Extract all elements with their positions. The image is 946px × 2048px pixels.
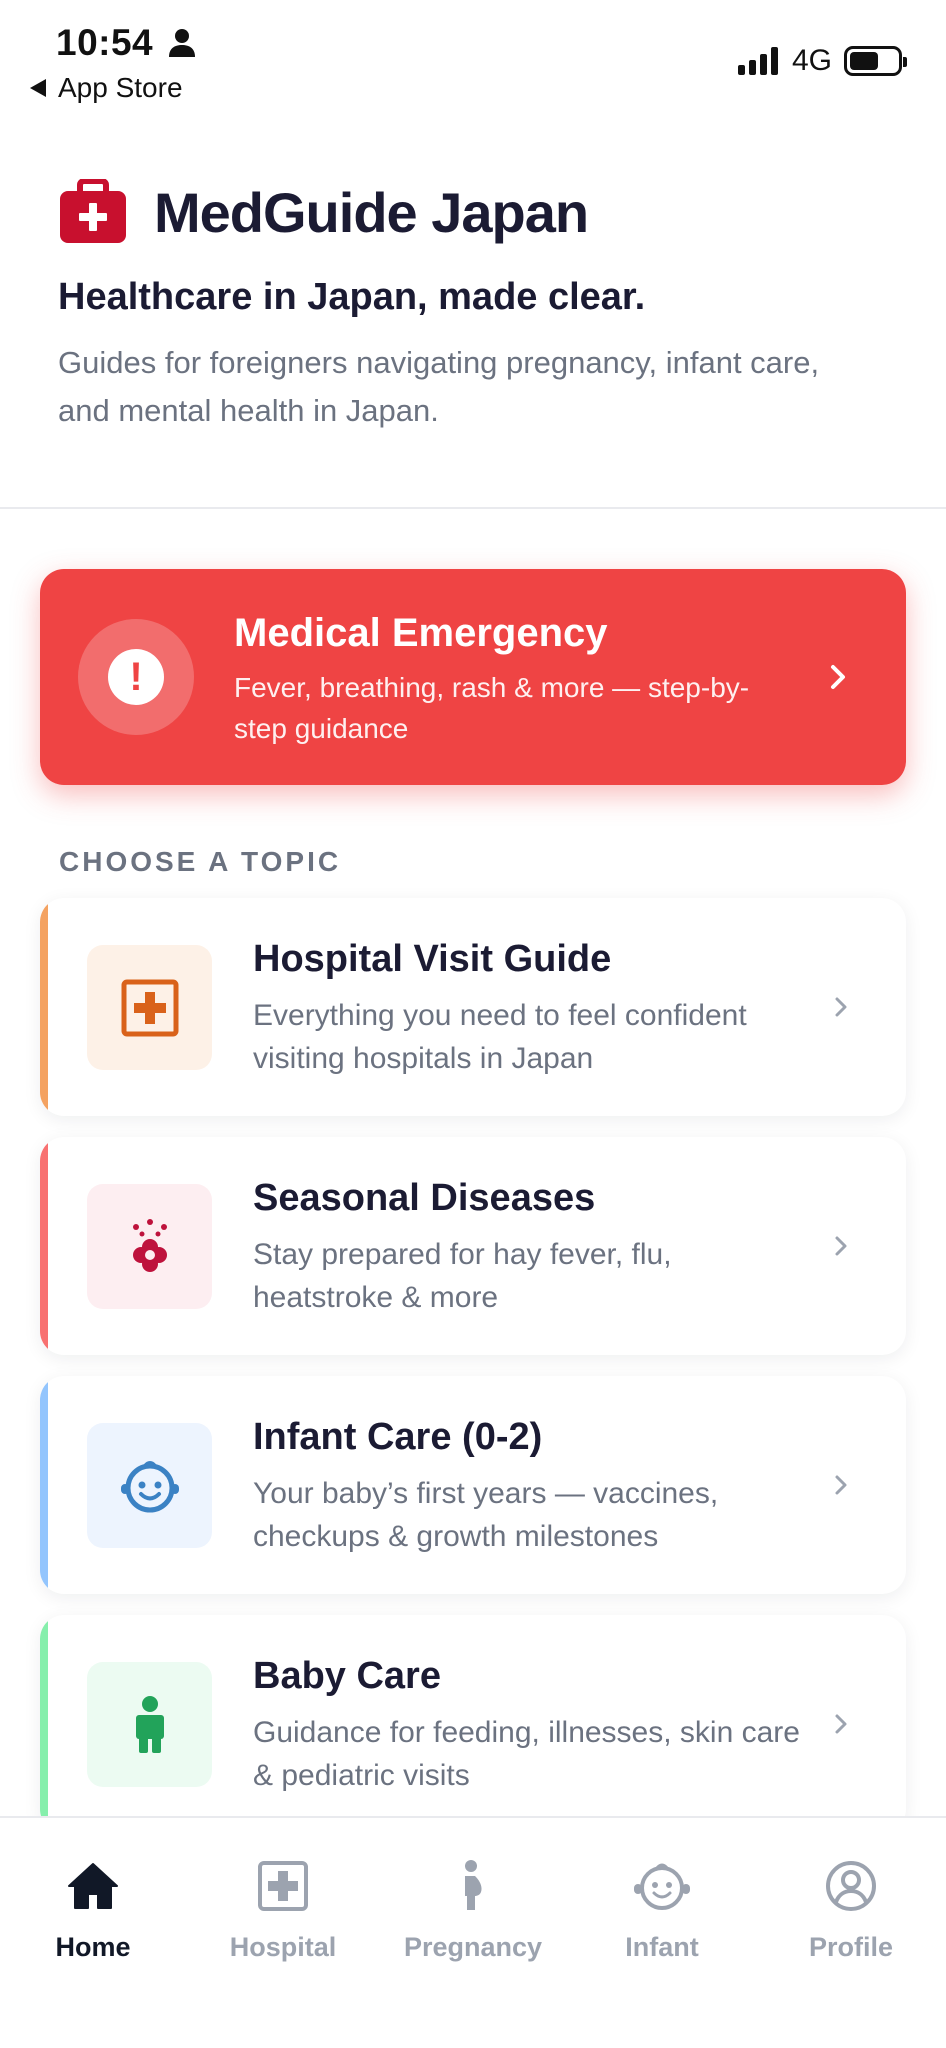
topic-title: Baby Care [253,1655,441,1697]
tab-label: Pregnancy [403,1932,543,1962]
cellular-signal-icon [737,47,778,75]
back-to-app-store[interactable]: App Store [30,72,183,104]
status-bar: 10:54 App Store 4G [0,0,946,120]
topic-card-infant-care[interactable]: Infant Care (0-2) Your baby’s first year… [40,1376,906,1594]
status-indicators: 4G [737,44,907,78]
card-accent [40,1137,48,1355]
topic-description: Guidance for feeding, illnesses, skin ca… [253,1716,800,1792]
hospital-icon [121,979,178,1036]
tab-infant[interactable]: Infant [572,1858,752,1963]
chevron-right-icon [831,665,845,689]
emergency-subtitle: Fever, breathing, rash & more — step-by-… [234,672,750,744]
card-accent [40,1376,48,1594]
topic-description: Your baby’s first years — vaccines, chec… [253,1477,719,1553]
baby-face-icon [120,1460,179,1512]
medical-emergency-card[interactable]: ! Medical Emergency Fever, breathing, ra… [40,569,906,785]
tab-label: Infant [625,1932,699,1962]
app-description: Guides for foreigners navigating pregnan… [58,345,820,428]
battery-icon [844,46,907,76]
card-accent [40,898,48,1116]
back-arrow-icon [30,79,46,97]
tab-hospital[interactable]: Hospital [193,1858,373,1963]
tab-pregnancy[interactable]: Pregnancy [383,1858,563,1963]
tab-home[interactable]: Home [3,1858,183,1963]
topic-card-baby-care[interactable]: Baby Care Guidance for feeding, illnesse… [40,1615,906,1833]
tab-label: Home [55,1932,131,1962]
topic-icon-box [87,1184,212,1309]
network-type: 4G [791,44,832,77]
topic-card-seasonal-diseases[interactable]: Seasonal Diseases Stay prepared for hay … [40,1137,906,1355]
app-title: MedGuide Japan [154,180,589,244]
baby-face-icon [634,1863,690,1910]
section-label: CHOOSE A TOPIC [59,846,342,877]
status-time: 10:54 [56,22,154,63]
person-icon [169,29,195,57]
topic-icon-box [87,1662,212,1787]
header: MedGuide Japan Healthcare in Japan, made… [58,170,898,435]
topic-icon-box [87,945,212,1070]
back-label: App Store [58,72,183,103]
pregnancy-icon [465,1860,482,1910]
topic-description: Stay prepared for hay fever, flu, heatst… [253,1238,672,1314]
chevron-right-icon [835,1714,847,1734]
tab-label: Profile [808,1932,894,1962]
bottom-tab-bar: Home Hospital Pregnancy Infant Profile [0,1816,946,2048]
hospital-cross-icon [258,1861,308,1911]
topic-title: Seasonal Diseases [253,1177,596,1219]
topic-card-hospital-visit-guide[interactable]: Hospital Visit Guide Everything you need… [40,898,906,1116]
pollen-flower-icon [132,1218,167,1272]
home-icon [68,1863,118,1909]
alert-icon-container: ! [78,619,194,735]
tab-profile[interactable]: Profile [761,1858,941,1963]
profile-icon [826,1861,876,1911]
chevron-right-icon [835,1236,847,1256]
topic-title: Hospital Visit Guide [253,938,612,980]
topic-icon-box [87,1423,212,1548]
alert-icon: ! [108,649,164,705]
medical-kit-icon [60,179,126,243]
chevron-right-icon [835,997,847,1017]
topic-description: Everything you need to feel confident vi… [253,999,747,1075]
child-icon [135,1695,164,1753]
divider [0,507,946,509]
brand-row: MedGuide Japan [58,170,898,254]
tagline: Healthcare in Japan, made clear. [58,276,646,318]
emergency-title: Medical Emergency [234,611,608,655]
topic-title: Infant Care (0-2) [253,1416,543,1458]
chevron-right-icon [835,1475,847,1495]
tab-label: Hospital [229,1932,337,1962]
card-accent [40,1615,48,1833]
